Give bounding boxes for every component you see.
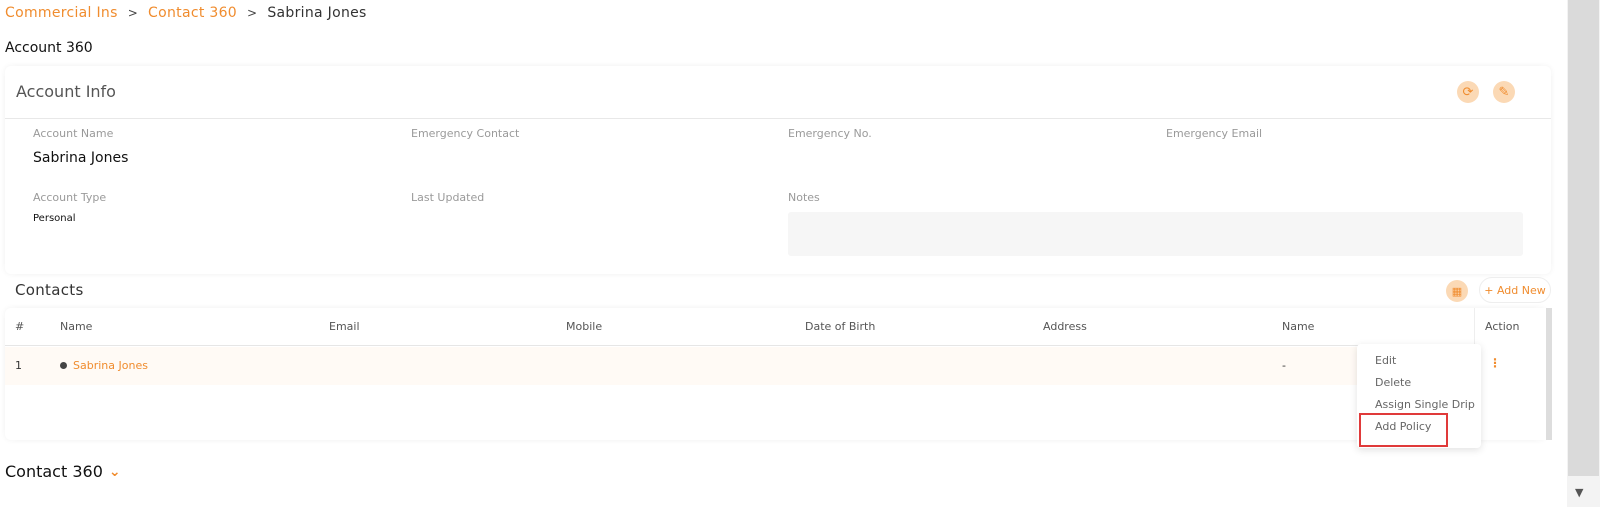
- column-header-email[interactable]: Email: [329, 320, 360, 333]
- account-info-title: Account Info: [16, 82, 116, 101]
- emergency-email-label: Emergency Email: [1166, 127, 1263, 140]
- column-header-index: #: [15, 320, 25, 333]
- column-header-action: Action: [1485, 320, 1520, 333]
- table-header: # Name Email Mobile Date of Birth Addres…: [5, 308, 1546, 346]
- scroll-down-icon[interactable]: ▼: [1575, 486, 1583, 499]
- account-name-value: Sabrina Jones: [33, 150, 129, 166]
- account-type-label: Account Type: [33, 191, 107, 204]
- column-settings-button[interactable]: ▦: [1446, 280, 1468, 302]
- contact-360-section[interactable]: Contact 360 ⌄: [5, 462, 121, 481]
- breadcrumb-current: Sabrina Jones: [267, 5, 367, 21]
- page-title: Account 360: [5, 40, 93, 56]
- contacts-title: Contacts: [15, 281, 84, 299]
- menu-item-assign-single-drip[interactable]: Assign Single Drip: [1375, 398, 1475, 411]
- breadcrumb-commercial-ins[interactable]: Commercial Ins: [5, 5, 118, 21]
- row-name-2: -: [1282, 359, 1286, 372]
- account-name-label: Account Name: [33, 127, 114, 140]
- table-scrollbar[interactable]: [1546, 308, 1552, 440]
- table-row[interactable]: 1 Sabrina Jones -: [5, 347, 1474, 385]
- column-header-address[interactable]: Address: [1043, 320, 1087, 333]
- refresh-button[interactable]: ⟳: [1457, 81, 1479, 103]
- menu-item-delete[interactable]: Delete: [1375, 376, 1411, 389]
- edit-button[interactable]: ✎: [1493, 81, 1515, 103]
- status-dot-icon: [60, 362, 67, 369]
- column-header-name[interactable]: Name: [60, 320, 92, 333]
- refresh-icon: ⟳: [1462, 84, 1474, 100]
- breadcrumb-separator: >: [127, 6, 139, 20]
- notes-field[interactable]: [788, 212, 1523, 256]
- edit-icon: ✎: [1498, 84, 1510, 100]
- account-info-header: Account Info ⟳ ✎: [5, 66, 1551, 119]
- kebab-icon[interactable]: ⋮: [1489, 356, 1501, 370]
- add-new-button[interactable]: + Add New: [1479, 277, 1551, 303]
- page-scrollbar-thumb[interactable]: [1568, 0, 1599, 476]
- emergency-no-label: Emergency No.: [788, 127, 872, 140]
- contacts-table: # Name Email Mobile Date of Birth Addres…: [5, 308, 1546, 440]
- chevron-down-icon: ⌄: [108, 463, 121, 480]
- last-updated-label: Last Updated: [411, 191, 485, 204]
- menu-item-edit[interactable]: Edit: [1375, 354, 1396, 367]
- grid-icon: ▦: [1451, 284, 1463, 298]
- account-type-value: Personal: [33, 213, 76, 224]
- contact-360-title: Contact 360: [5, 462, 103, 481]
- breadcrumb: Commercial Ins > Contact 360 > Sabrina J…: [5, 5, 367, 21]
- breadcrumb-contact-360[interactable]: Contact 360: [148, 5, 237, 21]
- breadcrumb-separator: >: [247, 6, 258, 20]
- contact-name-link[interactable]: Sabrina Jones: [73, 359, 148, 372]
- emergency-contact-label: Emergency Contact: [411, 127, 520, 140]
- add-policy-highlight: [1359, 413, 1448, 447]
- notes-label: Notes: [788, 191, 820, 204]
- column-header-name-2[interactable]: Name: [1282, 320, 1314, 333]
- account-info-card: Account Info ⟳ ✎ Account Name Sabrina Jo…: [5, 66, 1551, 274]
- column-header-dob[interactable]: Date of Birth: [805, 320, 875, 333]
- column-header-mobile[interactable]: Mobile: [566, 320, 602, 333]
- row-index: 1: [15, 359, 22, 372]
- action-column: Action: [1474, 308, 1546, 440]
